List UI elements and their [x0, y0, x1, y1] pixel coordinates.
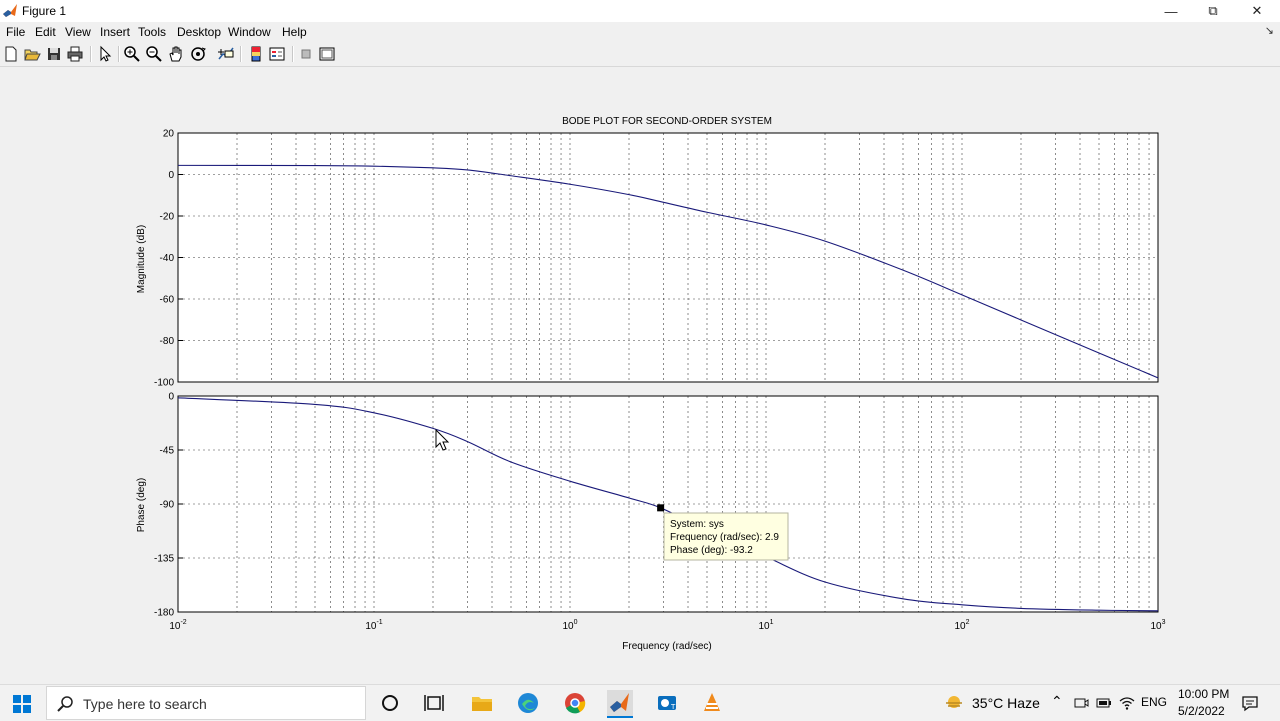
show-hidden-icons-icon[interactable]: ⌃ [1051, 693, 1063, 710]
notifications-icon[interactable] [1241, 694, 1259, 712]
menu-bar: File Edit View Insert Tools Desktop Wind… [0, 22, 1280, 42]
xtick-label: 101 [758, 619, 773, 632]
pointer-icon[interactable] [96, 45, 114, 63]
mag-ytick-label: -20 [160, 212, 175, 223]
toolbar-separator [90, 46, 92, 62]
phase-ylabel: Phase (deg) [136, 478, 147, 532]
phase-ytick-label: -180 [154, 608, 174, 619]
toolbar-separator [292, 46, 294, 62]
menu-view[interactable]: View [65, 25, 91, 39]
taskbar: Type here to search T 35°C Haze ⌃ ENG 10… [0, 684, 1280, 721]
task-view-icon[interactable] [421, 690, 447, 716]
hide-plot-tools-icon[interactable] [297, 45, 315, 63]
windows-start-icon[interactable] [12, 694, 32, 714]
zoom-in-icon[interactable] [123, 45, 141, 63]
mag-ytick-label: 20 [163, 129, 175, 140]
data-tip-system: System: sys [670, 519, 724, 530]
toolbar [0, 42, 1280, 67]
chrome-browser-icon[interactable] [562, 690, 588, 716]
outlook-icon[interactable]: T [654, 690, 680, 716]
phase-ytick-label: -45 [160, 446, 175, 457]
edge-browser-icon[interactable] [515, 690, 541, 716]
meet-now-icon[interactable] [1073, 695, 1089, 711]
menu-edit[interactable]: Edit [35, 25, 56, 39]
open-file-icon[interactable] [23, 45, 41, 63]
svg-text:T: T [670, 703, 676, 711]
dock-arrow-icon[interactable]: ↘ [1265, 24, 1274, 37]
xtick-label: 102 [954, 619, 969, 632]
window-title: Figure 1 [22, 4, 67, 18]
mag-ytick-label: 0 [168, 170, 174, 181]
phase-axes[interactable]: 0 -45 -90 -135 -18010-2 10-1 100 101 102 103 [154, 392, 1166, 633]
taskbar-search-box[interactable]: Type here to search [46, 686, 366, 720]
zoom-out-icon[interactable] [145, 45, 163, 63]
plot-title: BODE PLOT FOR SECOND-ORDER SYSTEM [562, 116, 772, 127]
pan-icon[interactable] [167, 45, 185, 63]
weather-text[interactable]: 35°C Haze [972, 695, 1040, 711]
data-tip[interactable]: System: sys Frequency (rad/sec): 2.9 Pha… [663, 512, 789, 561]
battery-icon[interactable] [1096, 695, 1112, 711]
magnitude-axes[interactable]: 20 0 -20 -40 -60 -80 -100 [154, 129, 1159, 389]
mag-ytick-label: -40 [160, 253, 175, 264]
colorbar-icon[interactable] [247, 45, 265, 63]
data-tip-frequency: Frequency (rad/sec): 2.9 [670, 532, 779, 543]
show-plot-tools-icon[interactable] [318, 45, 336, 63]
phase-ytick-label: -135 [154, 554, 174, 565]
vlc-icon[interactable] [699, 690, 725, 716]
bode-plot[interactable]: 20 0 -20 -40 -60 -80 -100 0 -45 -90 -135 -18010-2 1… [0, 67, 1280, 684]
matlab-taskbar-icon[interactable] [607, 690, 633, 718]
menu-desktop[interactable]: Desktop [177, 25, 221, 39]
data-cursor-icon[interactable] [217, 45, 235, 63]
data-tip-phase: Phase (deg): -93.2 [670, 545, 753, 556]
cortana-icon[interactable] [377, 690, 403, 716]
xtick-label: 10-2 [169, 619, 186, 632]
xtick-label: 10-1 [365, 619, 382, 632]
menu-file[interactable]: File [6, 25, 25, 39]
minimize-icon: — [1164, 3, 1178, 19]
rotate-3d-icon[interactable] [189, 45, 207, 63]
toolbar-separator [118, 46, 120, 62]
menu-help[interactable]: Help [282, 25, 307, 39]
minimize-button[interactable]: — [1150, 0, 1192, 22]
phase-ytick-label: 0 [168, 392, 174, 403]
search-icon [57, 696, 73, 712]
save-icon[interactable] [45, 45, 63, 63]
print-icon[interactable] [66, 45, 84, 63]
close-button[interactable]: ✕ [1236, 0, 1278, 22]
menu-tools[interactable]: Tools [138, 25, 166, 39]
close-icon: ✕ [1251, 3, 1263, 18]
menu-window[interactable]: Window [228, 25, 271, 39]
file-explorer-icon[interactable] [469, 690, 495, 716]
toolbar-separator [240, 46, 242, 62]
matlab-icon [3, 4, 17, 17]
restore-icon: ⧉ [1208, 3, 1218, 18]
mag-ytick-label: -80 [160, 336, 175, 347]
weather-haze-icon[interactable] [944, 693, 964, 711]
mag-ytick-label: -100 [154, 378, 174, 389]
new-figure-icon[interactable] [2, 45, 20, 63]
title-bar: Figure 1 — ⧉ ✕ [0, 0, 1280, 22]
search-placeholder: Type here to search [83, 696, 207, 712]
frequency-xlabel: Frequency (rad/sec) [622, 641, 711, 652]
clock-date[interactable]: 5/2/2022 [1178, 704, 1225, 718]
magnitude-ylabel: Magnitude (dB) [136, 225, 147, 293]
restore-button[interactable]: ⧉ [1192, 0, 1234, 22]
xtick-label: 103 [1150, 619, 1165, 632]
clock-time[interactable]: 10:00 PM [1178, 687, 1229, 701]
xtick-label: 100 [562, 619, 577, 632]
phase-ytick-label: -90 [160, 500, 175, 511]
menu-insert[interactable]: Insert [100, 25, 130, 39]
wifi-icon[interactable] [1119, 695, 1135, 711]
figure-canvas[interactable]: 20 0 -20 -40 -60 -80 -100 0 -45 -90 -135 -180 10-2 1… [0, 67, 1280, 684]
input-language[interactable]: ENG [1141, 695, 1167, 709]
legend-icon[interactable] [268, 45, 286, 63]
mag-ytick-label: -60 [160, 295, 175, 306]
data-tip-marker[interactable] [657, 504, 665, 512]
